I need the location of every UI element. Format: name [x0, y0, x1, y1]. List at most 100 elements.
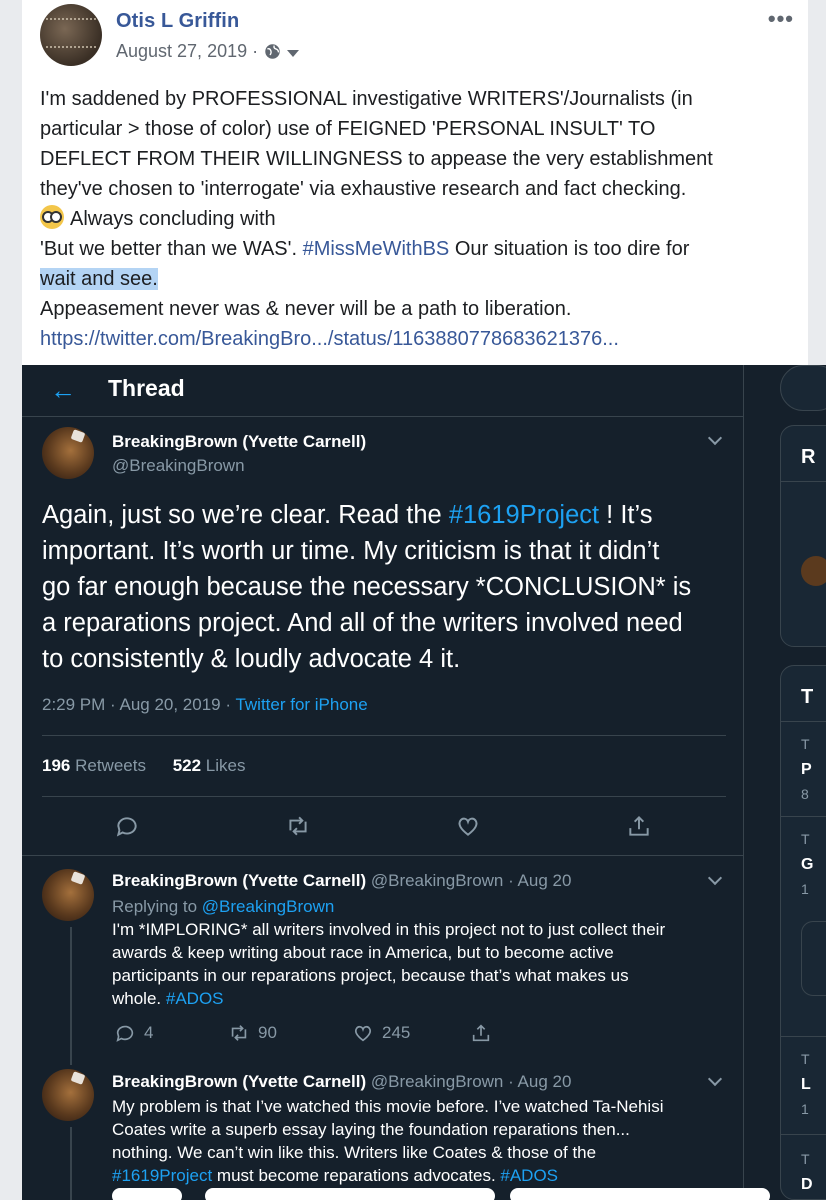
- divider: [781, 721, 826, 722]
- post-date-text[interactable]: August 27, 2019 ·: [116, 41, 258, 62]
- reply-author[interactable]: BreakingBrown (Yvette Carnell) @Breaking…: [112, 871, 571, 891]
- replying-to-handle-link[interactable]: @BreakingBrown: [202, 897, 335, 916]
- reply-author-name: BreakingBrown (Yvette Carnell): [112, 1072, 367, 1091]
- hashtag-link[interactable]: #1619Project: [449, 501, 599, 529]
- reply-text-line: participants in our reparations project,…: [112, 966, 629, 985]
- hashtag-link[interactable]: #MissMeWithBS: [303, 238, 450, 260]
- hashtag-link[interactable]: #1619Project: [112, 1166, 212, 1185]
- divider: [781, 1134, 826, 1135]
- likes-stat[interactable]: 522 Likes: [173, 756, 246, 775]
- hashtag-link[interactable]: #ADOS: [166, 989, 224, 1008]
- chevron-down-icon[interactable]: [707, 430, 723, 446]
- reply-text-line: My problem is that I’ve watched this mov…: [112, 1097, 664, 1116]
- trend-item[interactable]: 8: [801, 786, 809, 802]
- post-text-line: I'm saddened by PROFESSIONAL investigati…: [40, 88, 693, 110]
- reply-author-name: BreakingBrown (Yvette Carnell): [112, 871, 367, 890]
- post-text-line: Always concluding with: [40, 204, 800, 234]
- likes-label: Likes: [201, 756, 246, 775]
- toolbar-button[interactable]: [510, 1188, 770, 1200]
- post-text-line: Appeasement never was & never will be a …: [40, 298, 572, 320]
- trends-letter: T: [801, 686, 814, 708]
- avatar[interactable]: [42, 427, 94, 479]
- trend-media-card[interactable]: [801, 921, 826, 996]
- thread-header: ← Thread: [22, 365, 744, 417]
- tweet-time[interactable]: 2:29 PM · Aug 20, 2019 ·: [42, 695, 235, 714]
- post-date: August 27, 2019 ·: [116, 41, 300, 62]
- post-text-line: wait and see.: [40, 264, 800, 294]
- like-count: 245: [382, 1023, 411, 1042]
- thread-connector-line: [70, 927, 72, 1065]
- avatar[interactable]: [42, 869, 94, 921]
- trend-item[interactable]: G: [801, 856, 813, 874]
- author-avatar[interactable]: [40, 4, 102, 66]
- post-text-line: particular > those of color) use of FEIG…: [40, 118, 656, 140]
- chevron-down-icon[interactable]: [707, 1071, 723, 1087]
- globe-icon: [265, 44, 280, 59]
- reply-text-segment: whole.: [112, 989, 166, 1008]
- divider: [42, 735, 726, 736]
- author-name[interactable]: Otis L Griffin: [116, 10, 239, 33]
- tweet-text-segment: Again, just so we’re clear. Read the: [42, 501, 449, 529]
- tweet-author-handle[interactable]: @BreakingBrown: [112, 456, 245, 476]
- like-count-button[interactable]: 245: [352, 1022, 410, 1044]
- retweet-count: 90: [258, 1023, 277, 1042]
- divider: [781, 1036, 826, 1037]
- trend-item[interactable]: 1: [801, 881, 809, 897]
- trend-item[interactable]: 1: [801, 1101, 809, 1117]
- reply-author[interactable]: BreakingBrown (Yvette Carnell) @Breaking…: [112, 1072, 571, 1092]
- divider: [781, 481, 826, 482]
- twitter-url-link[interactable]: https://twitter.com/BreakingBro.../statu…: [40, 324, 800, 354]
- retweet-icon[interactable]: [285, 813, 311, 839]
- replying-to: Replying to @BreakingBrown: [112, 895, 334, 918]
- reply-handle-date: @BreakingBrown · Aug 20: [366, 871, 572, 890]
- tweet-source-link[interactable]: Twitter for iPhone: [235, 695, 367, 714]
- toolbar-button[interactable]: [112, 1188, 182, 1200]
- bottom-toolbar: [0, 1188, 826, 1200]
- avatar[interactable]: [801, 556, 826, 586]
- tweet-timestamp: 2:29 PM · Aug 20, 2019 · Twitter for iPh…: [42, 695, 368, 715]
- like-icon[interactable]: [455, 813, 481, 839]
- back-arrow-icon[interactable]: ←: [50, 375, 76, 406]
- tweet-stats: 196 Retweets 522 Likes: [42, 756, 246, 776]
- reply-text-line: #1619Project must become reparations adv…: [112, 1164, 664, 1187]
- search-box[interactable]: [780, 365, 826, 411]
- post-text-segment: Always concluding with: [70, 208, 276, 230]
- share-button[interactable]: [470, 1022, 492, 1044]
- facebook-post-card: Otis L Griffin August 27, 2019 · ••• I'm…: [22, 0, 808, 365]
- selected-text: wait and see.: [40, 268, 158, 290]
- trend-item[interactable]: T: [801, 1151, 810, 1167]
- more-options-icon[interactable]: •••: [768, 6, 794, 32]
- trend-item[interactable]: T: [801, 1051, 810, 1067]
- divider: [22, 855, 744, 856]
- flushed-face-emoji-icon: [40, 205, 64, 229]
- reply-text-line: I'm *IMPLORING* all writers involved in …: [112, 920, 666, 939]
- retweets-stat[interactable]: 196 Retweets: [42, 756, 146, 775]
- tweet-text: Again, just so we’re clear. Read the #16…: [42, 497, 732, 677]
- post-text-line: they've chosen to 'interrogate' via exha…: [40, 178, 687, 200]
- tweet-text-line: to consistently & loudly advocate 4 it.: [42, 645, 461, 673]
- trend-item[interactable]: P: [801, 761, 812, 779]
- reply-icon: [116, 1025, 134, 1042]
- avatar[interactable]: [42, 1069, 94, 1121]
- toolbar-button[interactable]: [205, 1188, 495, 1200]
- chevron-down-icon[interactable]: [707, 870, 723, 886]
- hashtag-link[interactable]: #ADOS: [500, 1166, 558, 1185]
- audience-dropdown-icon[interactable]: [287, 49, 300, 57]
- divider: [42, 796, 726, 797]
- retweets-label: Retweets: [70, 756, 146, 775]
- reply-icon[interactable]: [114, 813, 140, 839]
- retweet-count-button[interactable]: 90: [228, 1022, 277, 1044]
- tweet-text-segment: ! It’s: [599, 501, 653, 529]
- reply-count-button[interactable]: 4: [114, 1022, 153, 1044]
- reply-text-line: awards & keep writing about race in Amer…: [112, 943, 614, 962]
- trend-item[interactable]: T: [801, 736, 810, 752]
- trend-item[interactable]: T: [801, 831, 810, 847]
- tweet-author-name[interactable]: BreakingBrown (Yvette Carnell): [112, 432, 366, 452]
- post-text-segment: 'But we better than we WAS'.: [40, 238, 298, 260]
- reply-count: 4: [144, 1023, 154, 1042]
- reply-text-line: Coates write a superb essay laying the f…: [112, 1120, 630, 1139]
- post-text-line: 'But we better than we WAS'. #MissMeWith…: [40, 234, 800, 264]
- share-icon[interactable]: [626, 813, 652, 839]
- divider: [781, 816, 826, 817]
- trend-item[interactable]: L: [801, 1076, 811, 1094]
